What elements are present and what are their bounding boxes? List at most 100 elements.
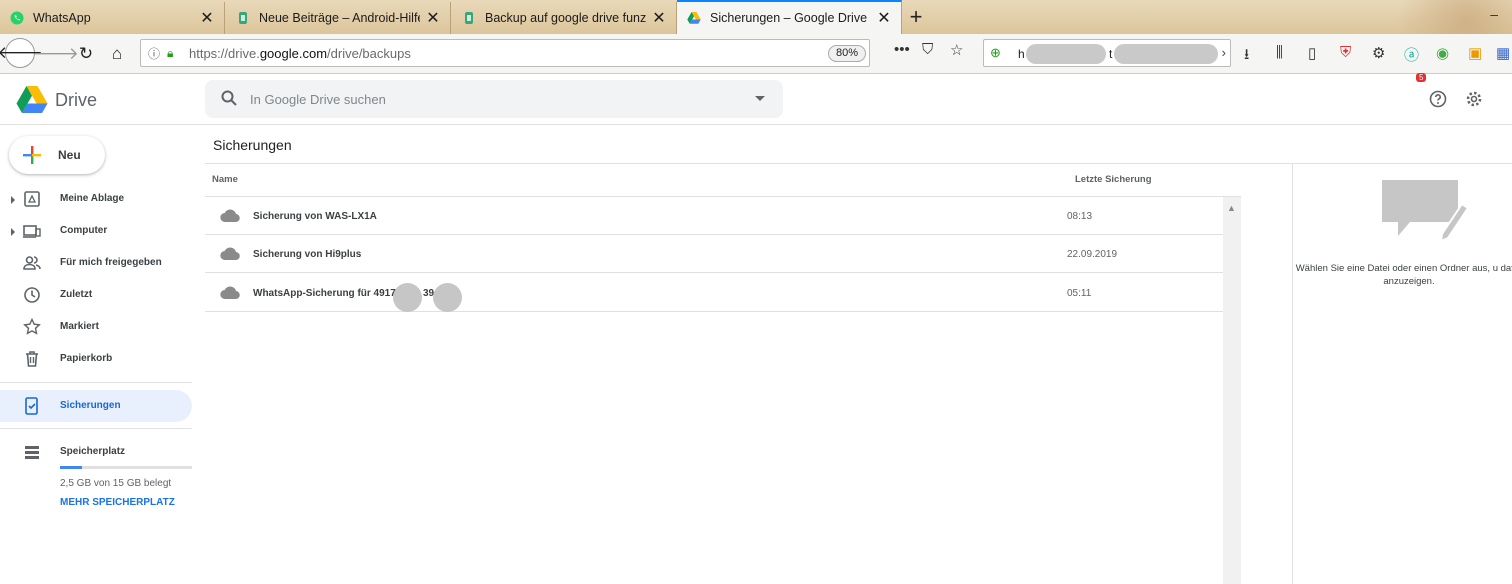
extension-m-icon[interactable]: ▣ (1468, 44, 1482, 62)
pocket-icon[interactable]: ⛉ (922, 41, 933, 58)
comment-edit-icon (1382, 180, 1468, 243)
zoom-indicator[interactable]: 80% (827, 45, 866, 62)
page-title: Sicherungen (213, 137, 292, 153)
extension-a-icon[interactable]: ⓐ (1404, 44, 1419, 65)
buy-storage-link[interactable]: MEHR SPEICHERPLATZ (60, 497, 175, 508)
sidebar-item-starred[interactable]: Markiert (0, 311, 192, 343)
column-header-name[interactable]: Name (212, 174, 238, 185)
android-hilfe-icon (465, 12, 473, 24)
redacted-area (1114, 44, 1218, 64)
row-date: 22.09.2019 (1067, 249, 1118, 260)
sidebar-item-label: Markiert (60, 321, 99, 332)
storage-usage-text: 2,5 GB von 15 GB belegt (60, 478, 172, 489)
search-text: h (1018, 47, 1025, 61)
table-row[interactable]: Sicherung von Hi9plus 22.09.2019 (205, 235, 1223, 273)
tab-label: Sicherungen – Google Drive (710, 11, 868, 25)
reload-button[interactable]: ↻ (72, 40, 100, 68)
scrollbar[interactable]: ▲ (1223, 197, 1241, 584)
computer-icon (23, 225, 41, 238)
row-date: 08:13 (1067, 211, 1093, 222)
expand-arrow-icon[interactable] (11, 228, 15, 236)
new-button[interactable]: Neu (9, 136, 105, 174)
bookmark-star-icon[interactable]: ☆ (950, 41, 963, 59)
gear-icon[interactable]: ⚙ (1372, 44, 1385, 62)
extension-globe-icon[interactable]: ◉ (1436, 44, 1449, 62)
tab-label: Backup auf google drive funzt r (485, 11, 646, 25)
backups-icon (25, 397, 38, 415)
settings-gear-icon[interactable] (1465, 90, 1483, 108)
url-bar[interactable]: ⓘ 🔒︎ https://drive.google.com/drive/back… (140, 39, 870, 67)
search-options-icon[interactable] (755, 96, 765, 101)
column-header-last-backup[interactable]: Letzte Sicherung (1075, 174, 1152, 185)
search-icon[interactable] (221, 90, 237, 106)
scroll-up-icon[interactable]: ▲ (1227, 203, 1236, 213)
sidebar-item-computer[interactable]: Computer (0, 215, 192, 247)
tab-whatsapp[interactable]: WhatsApp ✕ (0, 2, 225, 34)
lock-icon: 🔒︎ (167, 45, 174, 60)
sidebar-item-recent[interactable]: Zuletzt (0, 279, 192, 311)
chevron-right-icon[interactable]: › (1222, 45, 1226, 60)
cloud-icon (220, 247, 240, 261)
close-tab-icon[interactable]: ✕ (877, 8, 891, 28)
search-engine-icon: ⊕ (990, 45, 1001, 60)
extension-grid-icon[interactable]: ▦ (1496, 44, 1510, 62)
library-icon[interactable]: ⫼ (1276, 44, 1283, 61)
sidebar-item-label: Sicherungen (60, 400, 121, 411)
row-name: WhatsApp-Sicherung für 4917 (253, 288, 396, 299)
android-hilfe-icon (239, 12, 247, 24)
header-divider (0, 124, 1512, 125)
search-text: t (1109, 47, 1113, 61)
google-drive-logo[interactable] (16, 85, 48, 113)
row-name: Sicherung von Hi9plus (253, 249, 362, 260)
sidebar-item-label: Papierkorb (60, 353, 113, 364)
drive-search-input[interactable]: In Google Drive suchen (205, 80, 783, 118)
sidebar-item-backups[interactable]: Sicherungen (0, 390, 192, 422)
close-tab-icon[interactable]: ✕ (200, 8, 214, 28)
sidebar-item-label: Meine Ablage (60, 193, 125, 204)
app-name: Drive (55, 90, 98, 110)
redacted-area (433, 283, 462, 312)
sidebar-item-trash[interactable]: Papierkorb (0, 343, 192, 375)
google-drive-icon (687, 12, 701, 24)
close-tab-icon[interactable]: ✕ (426, 8, 440, 28)
page-actions-icon[interactable]: ••• (894, 41, 910, 58)
details-empty-text: Wählen Sie eine Datei oder einen Ordner … (1295, 263, 1512, 287)
sidebar-item-shared[interactable]: Für mich freigegeben (0, 247, 192, 279)
sidebar-item-label: Computer (60, 225, 108, 236)
browser-tab-bar: WhatsApp ✕ Neue Beiträge – Android-Hilfe… (0, 0, 1512, 72)
info-icon[interactable]: ⓘ (141, 45, 167, 62)
search-box[interactable]: ⊕ h t › (983, 39, 1231, 67)
sidebar-icon[interactable]: ▯ (1308, 44, 1316, 62)
tab-backup-forum[interactable]: Backup auf google drive funzt r ✕ (452, 2, 677, 34)
search-placeholder: In Google Drive suchen (250, 92, 386, 107)
minimize-icon[interactable]: – (1490, 6, 1498, 22)
forward-button[interactable]: 🡒 (33, 40, 79, 68)
redacted-area (1026, 44, 1106, 64)
storage-progress-bar (60, 466, 192, 469)
tab-android-hilfe[interactable]: Neue Beiträge – Android-Hilfe. ✕ (226, 2, 451, 34)
table-row[interactable]: Sicherung von WAS-LX1A 08:13 (205, 197, 1223, 235)
brave-shield-icon[interactable]: ⛨ (1340, 44, 1351, 61)
row-date: 05:11 (1067, 288, 1092, 299)
url-text: https://drive.google.com/drive/backups (189, 45, 411, 61)
sidebar-item-storage[interactable]: Speicherplatz (0, 436, 192, 468)
close-tab-icon[interactable]: ✕ (652, 8, 666, 28)
browser-nav-bar: 🡐 🡒 ↻ ⌂ ⓘ 🔒︎ https://drive.google.com/dr… (0, 34, 1512, 82)
back-button[interactable]: 🡐 (0, 38, 43, 68)
sidebar-divider (0, 428, 192, 429)
shared-icon (23, 256, 41, 270)
extension-badge: 5 (1416, 73, 1427, 82)
new-button-label: Neu (58, 148, 81, 162)
new-tab-button[interactable]: + (903, 4, 929, 30)
tab-google-drive[interactable]: Sicherungen – Google Drive ✕ (677, 0, 902, 34)
home-button[interactable]: ⌂ (103, 40, 131, 68)
expand-arrow-icon[interactable] (11, 196, 15, 204)
help-icon[interactable] (1429, 90, 1447, 108)
trash-icon (26, 351, 38, 367)
sidebar-item-label: Für mich freigegeben (60, 257, 162, 268)
download-icon[interactable]: ⭳ (1244, 44, 1249, 69)
sidebar-item-my-drive[interactable]: Meine Ablage (0, 183, 192, 215)
sidebar-item-label: Zuletzt (60, 289, 93, 300)
table-row[interactable]: WhatsApp-Sicherung für 4917 39 05:11 (205, 274, 1223, 312)
row-name: Sicherung von WAS-LX1A (253, 211, 377, 222)
